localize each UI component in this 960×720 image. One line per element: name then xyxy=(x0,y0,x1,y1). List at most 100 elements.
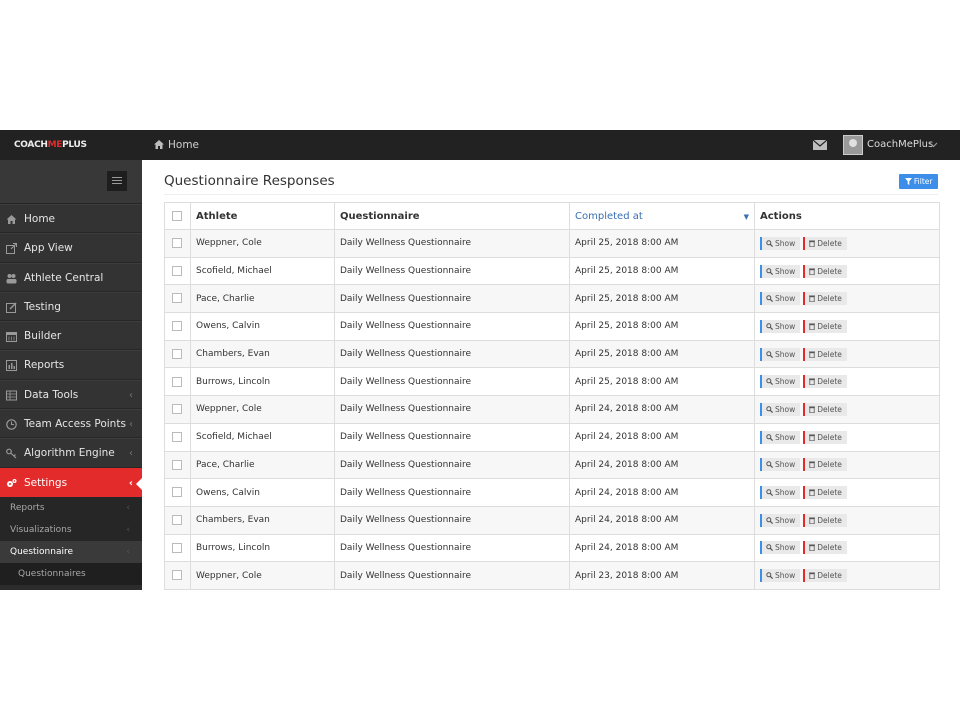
delete-button[interactable]: Delete xyxy=(803,236,847,250)
search-icon xyxy=(766,461,774,469)
show-button[interactable]: Show xyxy=(760,458,801,472)
completed-at-cell: April 25, 2018 8:00 AM xyxy=(569,367,755,397)
sidebar-item-home[interactable]: Home xyxy=(0,204,142,234)
delete-button-label: Delete xyxy=(817,515,842,525)
search-icon xyxy=(766,406,774,413)
delete-button[interactable]: Delete xyxy=(803,347,847,361)
delete-button[interactable]: Delete xyxy=(803,375,847,389)
row-checkbox[interactable] xyxy=(172,238,182,249)
show-button[interactable]: Show xyxy=(760,319,801,333)
row-checkbox[interactable] xyxy=(172,376,182,387)
delete-button[interactable]: Delete xyxy=(803,513,847,527)
sidebar-item-data-tools[interactable]: Data Tools ‹ xyxy=(0,379,142,410)
delete-button[interactable]: Delete xyxy=(803,569,847,583)
row-checkbox[interactable] xyxy=(172,321,182,332)
delete-button[interactable]: Delete xyxy=(803,486,847,500)
envelope-icon[interactable] xyxy=(813,140,827,150)
show-button[interactable]: Show xyxy=(760,236,801,250)
search-icon xyxy=(766,295,774,303)
trash-icon xyxy=(809,434,816,441)
show-button[interactable]: Show xyxy=(760,513,801,527)
trash-icon xyxy=(809,378,816,386)
sidebar-item-reports[interactable]: Reports xyxy=(0,350,142,380)
delete-button-label: Delete xyxy=(817,543,842,553)
sidebar-toggle-button[interactable] xyxy=(107,171,127,191)
questionnaire-cell: Daily Wellness Questionnaire xyxy=(334,256,570,286)
search-icon xyxy=(766,489,774,497)
chevron-down-icon[interactable] xyxy=(929,140,938,149)
completed-at-cell: April 23, 2018 8:00 AM xyxy=(569,561,755,590)
show-button[interactable]: Show xyxy=(760,430,801,444)
sidebar-item-team-access-points[interactable]: Team Access Points ‹ xyxy=(0,409,142,439)
select-all-checkbox[interactable] xyxy=(172,210,182,221)
delete-button-label: Delete xyxy=(817,266,842,276)
actions-cell: Show Delete xyxy=(754,395,940,424)
delete-button[interactable]: Delete xyxy=(803,292,847,306)
delete-button-label: Delete xyxy=(817,349,842,359)
filter-button[interactable]: Filter xyxy=(899,174,938,189)
completed-at-cell: April 25, 2018 8:00 AM xyxy=(569,256,755,286)
sidebar-item-settings[interactable]: Settings ‹ xyxy=(0,467,143,497)
row-checkbox[interactable] xyxy=(172,404,182,415)
table-row: Owens, Calvin Daily Wellness Questionnair… xyxy=(164,478,940,507)
sidebar-item-athlete-central[interactable]: Athlete Central xyxy=(0,262,142,292)
delete-button[interactable]: Delete xyxy=(803,541,847,555)
row-checkbox[interactable] xyxy=(172,293,182,304)
chevron-left-icon: ‹ xyxy=(129,448,133,460)
show-button[interactable]: Show xyxy=(760,375,801,389)
show-button[interactable]: Show xyxy=(760,347,801,361)
row-checkbox[interactable] xyxy=(172,348,182,359)
column-header-athlete[interactable]: Athlete xyxy=(190,202,335,230)
delete-button[interactable]: Delete xyxy=(803,319,847,333)
actions-cell: Show Delete xyxy=(754,312,940,341)
brand-logo[interactable]: COACHMEPLUS xyxy=(0,130,142,160)
row-checkbox[interactable] xyxy=(172,570,182,581)
sidebar-item-label: Data Tools xyxy=(24,388,79,401)
delete-button[interactable]: Delete xyxy=(803,264,847,278)
row-checkbox[interactable] xyxy=(172,542,182,553)
chevron-left-icon: ‹ xyxy=(126,524,130,535)
row-checkbox[interactable] xyxy=(172,431,182,442)
delete-button-label: Delete xyxy=(817,404,842,414)
actions-cell: Show Delete xyxy=(754,505,940,535)
row-checkbox[interactable] xyxy=(172,459,182,470)
athlete-cell: Weppner, Cole xyxy=(190,395,335,424)
show-button[interactable]: Show xyxy=(760,402,801,416)
sidebar-item-testing[interactable]: Testing xyxy=(0,291,142,322)
actions-cell: Show Delete xyxy=(754,450,940,480)
column-header-questionnaire[interactable]: Questionnaire xyxy=(334,202,570,230)
user-menu-name[interactable]: CoachMePlus xyxy=(867,130,933,160)
delete-button[interactable]: Delete xyxy=(803,402,847,416)
sidebar-subitem-reports[interactable]: Reports ‹ xyxy=(0,496,142,519)
athlete-cell: Burrows, Lincoln xyxy=(190,533,335,563)
sidebar-subitem-visualizations[interactable]: Visualizations ‹ xyxy=(0,518,142,541)
column-header-completed-at[interactable]: Completed at ▼ xyxy=(569,202,755,230)
show-button[interactable]: Show xyxy=(760,569,801,583)
completed-at-cell: April 24, 2018 8:00 AM xyxy=(569,395,755,424)
sidebar-header xyxy=(0,160,142,204)
breadcrumb[interactable]: Home xyxy=(154,130,199,160)
delete-button[interactable]: Delete xyxy=(803,430,847,444)
sidebar-subitem-questionnaire[interactable]: Questionnaire ‹ xyxy=(0,540,142,563)
table-row: Scofield, Michael Daily Wellness Question… xyxy=(164,422,940,452)
row-checkbox[interactable] xyxy=(172,514,182,525)
row-checkbox[interactable] xyxy=(172,487,182,498)
sidebar-item-label: Reports xyxy=(24,359,65,372)
brand-text-plus: PLUS xyxy=(62,140,87,150)
sidebar-item-app-view[interactable]: App View xyxy=(0,233,142,263)
show-button[interactable]: Show xyxy=(760,292,801,306)
sidebar-item-algorithm-engine[interactable]: Algorithm Engine ‹ xyxy=(0,438,142,468)
delete-button[interactable]: Delete xyxy=(803,458,847,472)
show-button[interactable]: Show xyxy=(760,486,801,500)
actions-cell: Show Delete xyxy=(754,339,940,369)
show-button[interactable]: Show xyxy=(760,264,801,278)
avatar[interactable] xyxy=(843,135,863,155)
completed-at-cell: April 24, 2018 8:00 AM xyxy=(569,422,755,452)
sidebar-item-builder[interactable]: Builder xyxy=(0,321,142,351)
sidebar-subitem-questionnaires[interactable]: Questionnaires xyxy=(0,562,142,585)
chevron-left-icon: ‹ xyxy=(129,419,133,431)
row-checkbox[interactable] xyxy=(172,265,182,276)
show-button[interactable]: Show xyxy=(760,541,801,555)
row-select-cell xyxy=(164,533,191,563)
table-row: Burrows, Lincoln Daily Wellness Questionn… xyxy=(164,533,940,563)
